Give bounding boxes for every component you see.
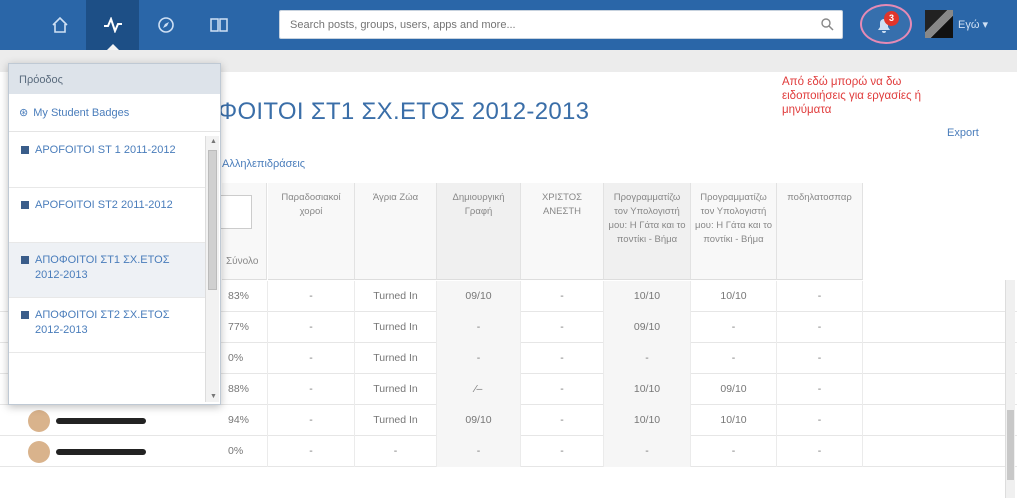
total-percent: 77%	[222, 312, 268, 343]
avatar	[28, 409, 50, 432]
my-student-badges-link[interactable]: ⊛ My Student Badges	[9, 94, 220, 132]
class-square-icon	[21, 146, 29, 154]
top-navigation-bar: 3 Εγώ ▾	[0, 0, 1017, 51]
column-header[interactable]: ΧΡΙΣΤΟΣ ΑΝΕΣΤΗ	[521, 183, 604, 280]
grade-cell[interactable]: 09/10	[437, 281, 521, 312]
grade-cell[interactable]: -	[777, 374, 863, 405]
grade-cell[interactable]: -	[777, 312, 863, 343]
grade-cell[interactable]: -	[268, 436, 355, 467]
dropdown-header: Πρόοδος	[9, 64, 220, 94]
interactions-link[interactable]: Αλληλεπιδράσεις	[222, 158, 305, 170]
grade-cell[interactable]: -	[268, 343, 355, 374]
grade-cell[interactable]: -	[604, 343, 691, 374]
column-header[interactable]: Προγραμματίζω τον Υπολογιστή μου: Η Γάτα…	[691, 183, 777, 280]
total-percent: 88%	[222, 374, 268, 405]
class-item[interactable]: APOFOITOI ST2 2011-2012	[9, 188, 205, 243]
student-name[interactable]	[28, 440, 146, 463]
avatar	[28, 440, 50, 463]
grade-cell[interactable]: -	[268, 374, 355, 405]
total-header: Σύνολο	[192, 183, 267, 280]
grade-cell[interactable]: -	[777, 436, 863, 467]
grade-cell[interactable]: Turned In	[355, 281, 437, 312]
grade-cell[interactable]: -	[437, 312, 521, 343]
grade-cell[interactable]: 10/10	[691, 405, 777, 436]
table-row: 94% - Turned In 09/10-10/10 10/10-	[0, 405, 1017, 436]
column-header[interactable]: Παραδοσιακοί χοροί	[268, 183, 355, 280]
class-item[interactable]: ΑΠΟΦΟΙΤΟΙ ΣΤ1 ΣΧ.ΕΤΟΣ 2012-2013	[9, 243, 205, 298]
grade-cell[interactable]: -	[268, 312, 355, 343]
notifications-button[interactable]: 3	[860, 4, 912, 44]
grade-cell[interactable]: -	[691, 343, 777, 374]
grade-cell[interactable]: -	[521, 312, 604, 343]
avatar[interactable]	[925, 10, 953, 38]
table-scrollbar[interactable]	[1005, 280, 1015, 498]
table-row: 0% - - - - - - -	[0, 436, 1017, 467]
annotation-text: Από εδώ μπορώ να δω ειδοποιήσεις για εργ…	[782, 76, 922, 116]
grade-cell[interactable]: -	[437, 343, 521, 374]
total-percent: 94%	[222, 405, 268, 436]
grade-cell[interactable]: -	[521, 281, 604, 312]
grade-cell[interactable]: -	[777, 405, 863, 436]
badge-icon: ⊛	[19, 107, 29, 119]
grade-cell[interactable]: Turned In	[355, 405, 437, 436]
grade-cell[interactable]: -	[355, 436, 437, 467]
grade-cell[interactable]: 10/10	[604, 374, 691, 405]
grade-cell[interactable]: -	[268, 405, 355, 436]
total-percent: 0%	[222, 436, 268, 467]
grade-cell[interactable]: -	[604, 436, 691, 467]
total-percent: 0%	[222, 343, 268, 374]
grade-cell[interactable]: 10/10	[604, 405, 691, 436]
class-item[interactable]: APOFOITOI ST 1 2011-2012	[9, 133, 205, 188]
grade-cell[interactable]: -	[521, 405, 604, 436]
user-menu[interactable]: Εγώ ▾	[958, 18, 988, 31]
grade-cell[interactable]: -	[691, 436, 777, 467]
grade-cell[interactable]: ⁄–	[437, 374, 521, 405]
discover-compass-icon[interactable]	[139, 0, 192, 50]
grade-cell[interactable]: 10/10	[691, 281, 777, 312]
grade-cell[interactable]: Turned In	[355, 374, 437, 405]
dropdown-scrollbar[interactable]: ▲ ▼	[205, 136, 219, 402]
grade-cell[interactable]: 10/10	[604, 281, 691, 312]
class-square-icon	[21, 256, 29, 264]
grade-cell[interactable]: -	[521, 374, 604, 405]
grade-cell[interactable]: -	[777, 343, 863, 374]
total-percent: 83%	[222, 281, 268, 312]
column-header[interactable]: ποδηλατοσπαρ	[777, 183, 863, 280]
page-title: ΦΟΙΤΟΙ ΣΤ1 ΣΧ.ΕΤΟΣ 2012-2013	[218, 98, 590, 125]
column-header[interactable]: Άγρια Ζώα	[355, 183, 437, 280]
redacted-name	[56, 417, 146, 424]
redacted-name	[56, 448, 146, 455]
search-box[interactable]	[279, 10, 843, 39]
grade-cell[interactable]: -	[521, 436, 604, 467]
student-name[interactable]	[28, 409, 146, 432]
progress-dropdown: Πρόοδος ⊛ My Student Badges APOFOITOI ST…	[8, 63, 221, 405]
column-header[interactable]: Προγραμματίζω τον Υπολογιστή μου: Η Γάτα…	[604, 183, 691, 280]
grade-cell[interactable]: -	[268, 281, 355, 312]
progress-icon[interactable]	[86, 0, 139, 51]
column-header[interactable]: Δημιουργική Γραφή	[437, 183, 521, 280]
grade-cell[interactable]: -	[521, 343, 604, 374]
grade-cell[interactable]: 09/10	[691, 374, 777, 405]
library-book-icon[interactable]	[192, 0, 245, 50]
export-link[interactable]: Export	[947, 127, 979, 139]
grade-cell[interactable]: 09/10	[437, 405, 521, 436]
grade-cell[interactable]: Turned In	[355, 343, 437, 374]
notification-count-badge: 3	[884, 11, 899, 26]
search-icon[interactable]	[820, 17, 834, 36]
class-square-icon	[21, 201, 29, 209]
search-input[interactable]	[280, 11, 800, 38]
grade-cell[interactable]: -	[691, 312, 777, 343]
grade-cell[interactable]: Turned In	[355, 312, 437, 343]
class-item[interactable]: ΑΠΟΦΟΙΤΟΙ ΣΤ2 ΣΧ.ΕΤΟΣ 2012-2013	[9, 298, 205, 353]
grade-cell[interactable]: -	[437, 436, 521, 467]
class-square-icon	[21, 311, 29, 319]
grade-cell[interactable]: 09/10	[604, 312, 691, 343]
home-icon[interactable]	[33, 0, 86, 50]
grade-cell[interactable]: -	[777, 281, 863, 312]
